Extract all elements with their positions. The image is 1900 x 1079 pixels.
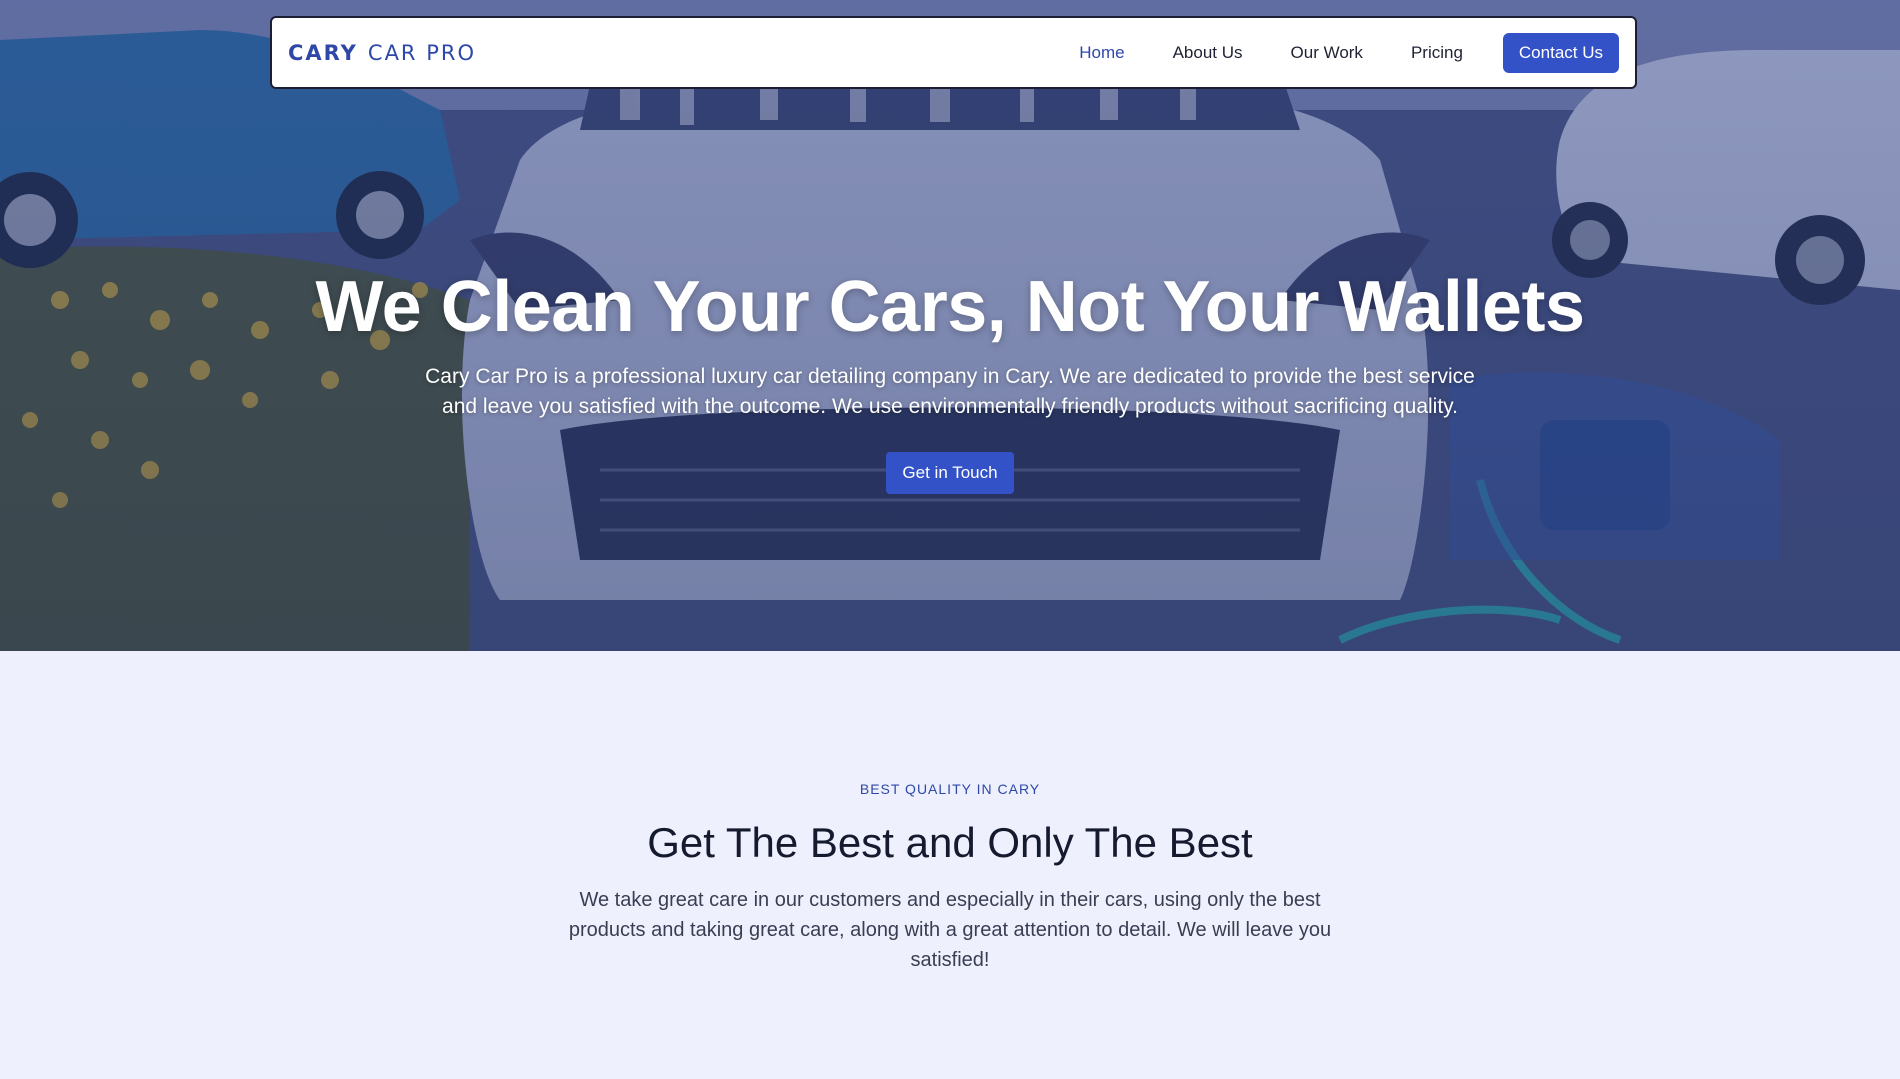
site-logo[interactable]: CARY CAR PRO	[288, 41, 476, 65]
logo-text-secondary: CAR PRO	[367, 40, 476, 65]
nav-links: Home About Us Our Work Pricing Contact U…	[1055, 32, 1619, 73]
logo-text-primary: CARY	[288, 40, 358, 65]
section-description: We take great care in our customers and …	[568, 889, 1332, 971]
nav-link-about-us[interactable]: About Us	[1149, 43, 1267, 63]
contact-us-button[interactable]: Contact Us	[1502, 32, 1619, 73]
hero-subtitle: Cary Car Pro is a professional luxury ca…	[425, 365, 1475, 418]
section-eyebrow: BEST QUALITY IN CARY	[859, 781, 1041, 797]
hero-content: We Clean Your Cars, Not Your Wallets Car…	[0, 262, 1900, 494]
get-in-touch-button[interactable]: Get in Touch	[886, 452, 1014, 494]
hero-title: We Clean Your Cars, Not Your Wallets	[315, 267, 1585, 347]
navbar: CARY CAR PRO Home About Us Our Work Pric…	[270, 16, 1637, 89]
hero-section: CARY CAR PRO Home About Us Our Work Pric…	[0, 0, 1900, 651]
nav-link-our-work[interactable]: Our Work	[1267, 43, 1387, 63]
section-title: Get The Best and Only The Best	[647, 819, 1253, 866]
quality-section: BEST QUALITY IN CARY Get The Best and On…	[0, 651, 1900, 1079]
nav-link-pricing[interactable]: Pricing	[1387, 43, 1487, 63]
nav-link-home[interactable]: Home	[1055, 43, 1148, 63]
